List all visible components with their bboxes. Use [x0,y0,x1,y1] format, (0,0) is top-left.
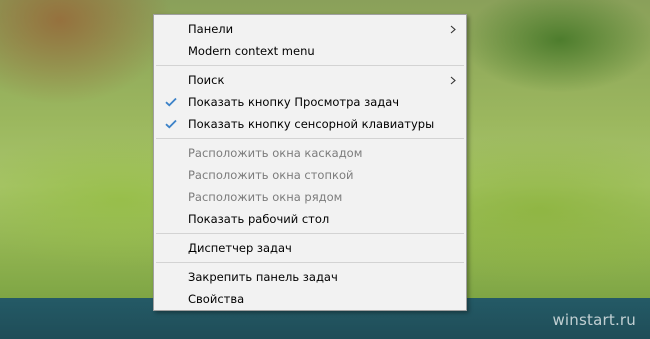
menu-item-label: Закрепить панель задач [188,270,338,284]
menu-item-label: Поиск [188,73,225,87]
menu-item-stack-windows: Расположить окна стопкой [154,164,466,186]
menu-item-label: Показать кнопку Просмотра задач [188,95,400,109]
menu-item-label: Расположить окна каскадом [188,146,363,160]
menu-item-label: Панели [188,22,234,36]
menu-item-label: Диспетчер задач [188,241,292,255]
watermark: winstart.ru [552,311,636,329]
menu-item-label: Расположить окна стопкой [188,168,354,182]
taskbar-context-menu: Панели Modern context menu Поиск Показат… [153,14,467,311]
menu-separator [156,65,464,66]
menu-separator [156,138,464,139]
chevron-right-icon [450,69,456,91]
menu-item-show-touch-keyboard-button[interactable]: Показать кнопку сенсорной клавиатуры [154,113,466,135]
menu-item-label: Свойства [188,292,245,306]
menu-item-properties[interactable]: Свойства [154,288,466,310]
menu-item-search[interactable]: Поиск [154,69,466,91]
menu-separator [156,233,464,234]
menu-item-side-by-side-windows: Расположить окна рядом [154,186,466,208]
check-icon [164,91,178,113]
menu-item-show-desktop[interactable]: Показать рабочий стол [154,208,466,230]
check-icon [164,113,178,135]
menu-item-cascade-windows: Расположить окна каскадом [154,142,466,164]
chevron-right-icon [450,18,456,40]
menu-item-label: Расположить окна рядом [188,190,343,204]
menu-item-label: Показать кнопку сенсорной клавиатуры [188,117,435,131]
menu-item-label: Modern context menu [188,44,315,58]
menu-item-modern-context-menu[interactable]: Modern context menu [154,40,466,62]
menu-separator [156,262,464,263]
menu-item-lock-taskbar[interactable]: Закрепить панель задач [154,266,466,288]
menu-item-panels[interactable]: Панели [154,18,466,40]
menu-item-label: Показать рабочий стол [188,212,330,226]
menu-item-show-task-view-button[interactable]: Показать кнопку Просмотра задач [154,91,466,113]
menu-item-task-manager[interactable]: Диспетчер задач [154,237,466,259]
